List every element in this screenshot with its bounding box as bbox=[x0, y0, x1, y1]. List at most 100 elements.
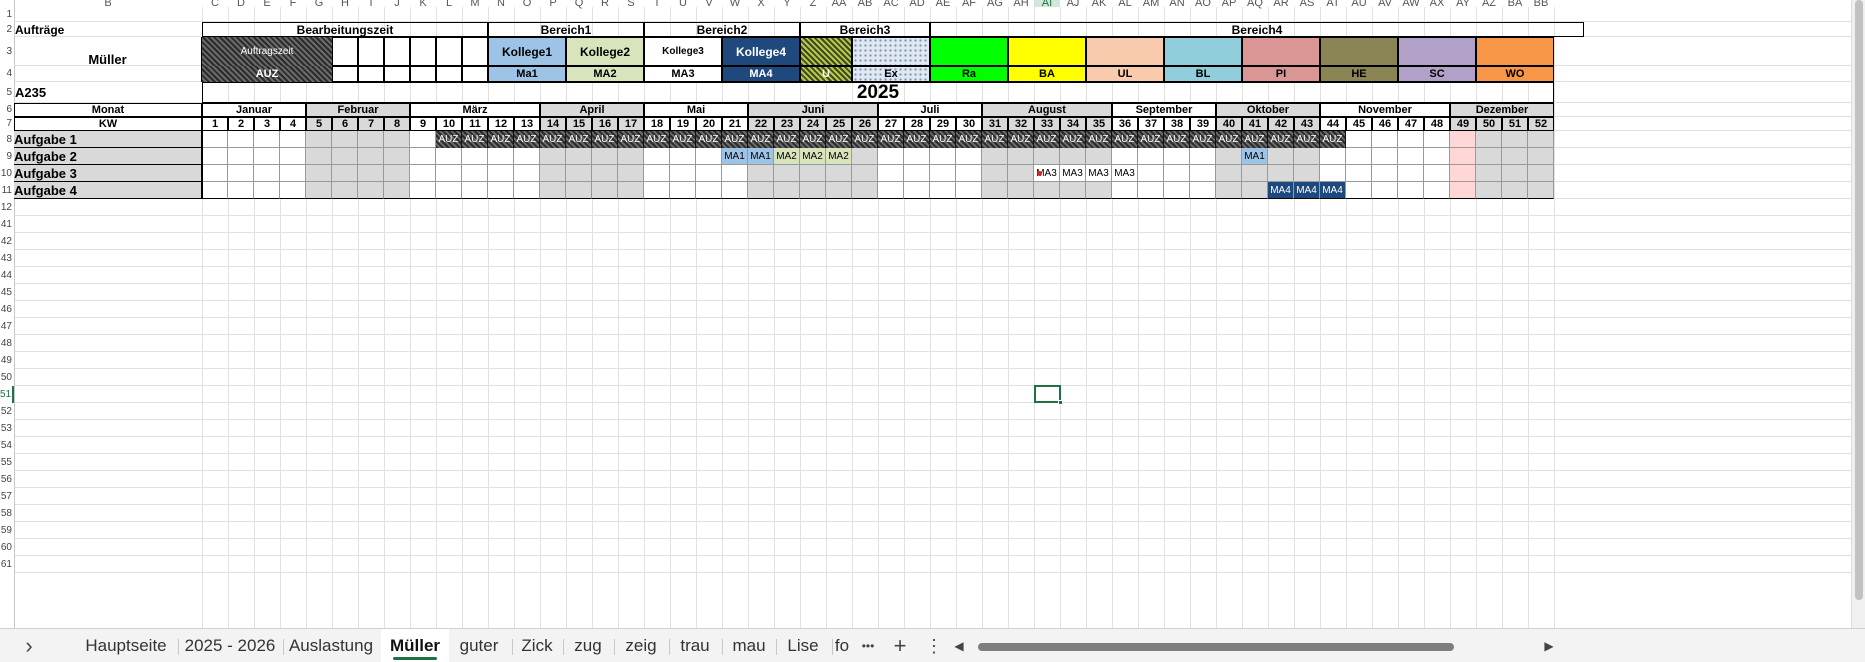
task1-auz-cell[interactable]: AUZ bbox=[592, 131, 618, 148]
schedule-cell[interactable] bbox=[488, 165, 514, 182]
schedule-cell[interactable] bbox=[1320, 165, 1346, 182]
task1-auz-cell[interactable]: AUZ bbox=[800, 131, 826, 148]
schedule-cell[interactable] bbox=[1190, 165, 1216, 182]
task1-auz-cell[interactable]: AUZ bbox=[566, 131, 592, 148]
task4-assignment-cell[interactable]: MA4 bbox=[1268, 182, 1294, 199]
schedule-cell[interactable] bbox=[1190, 182, 1216, 199]
schedule-cell[interactable] bbox=[1216, 148, 1242, 165]
column-header[interactable]: AJ bbox=[1060, 0, 1086, 9]
schedule-cell[interactable] bbox=[1502, 182, 1528, 199]
schedule-cell[interactable] bbox=[1476, 131, 1502, 148]
column-header[interactable]: H bbox=[332, 0, 358, 9]
tab-nav-icon[interactable]: › bbox=[18, 629, 40, 662]
schedule-cell[interactable] bbox=[1450, 182, 1476, 199]
row-header[interactable]: 48 bbox=[0, 335, 14, 352]
task2-assignment-cell[interactable]: MA1 bbox=[1242, 148, 1268, 165]
task1-auz-cell[interactable]: AUZ bbox=[1190, 131, 1216, 148]
schedule-cell[interactable] bbox=[592, 148, 618, 165]
schedule-cell[interactable] bbox=[540, 165, 566, 182]
schedule-cell[interactable] bbox=[280, 131, 306, 148]
schedule-cell[interactable] bbox=[852, 148, 878, 165]
sheet-tab[interactable]: guter bbox=[447, 629, 511, 662]
column-header[interactable]: S bbox=[618, 0, 644, 9]
schedule-cell[interactable] bbox=[358, 131, 384, 148]
column-header[interactable]: D bbox=[228, 0, 254, 9]
schedule-cell[interactable] bbox=[1528, 182, 1554, 199]
schedule-cell[interactable] bbox=[644, 165, 670, 182]
task1-auz-cell[interactable]: AUZ bbox=[904, 131, 930, 148]
schedule-cell[interactable] bbox=[1216, 165, 1242, 182]
schedule-cell[interactable] bbox=[956, 182, 982, 199]
task2-assignment-cell[interactable]: MA1 bbox=[722, 148, 748, 165]
schedule-cell[interactable] bbox=[566, 148, 592, 165]
row-header[interactable]: 58 bbox=[0, 505, 14, 522]
schedule-cell[interactable] bbox=[1268, 148, 1294, 165]
schedule-cell[interactable] bbox=[202, 182, 228, 199]
schedule-cell[interactable] bbox=[1424, 131, 1450, 148]
schedule-cell[interactable] bbox=[540, 182, 566, 199]
task1-auz-cell[interactable]: AUZ bbox=[1060, 131, 1086, 148]
row-header[interactable]: 6 bbox=[0, 103, 14, 117]
row-header[interactable]: 47 bbox=[0, 318, 14, 335]
row-header[interactable]: 54 bbox=[0, 437, 14, 454]
schedule-cell[interactable] bbox=[618, 182, 644, 199]
schedule-cell[interactable] bbox=[202, 148, 228, 165]
schedule-cell[interactable] bbox=[384, 131, 410, 148]
task-name[interactable]: Aufgabe 1 bbox=[14, 131, 202, 148]
column-header[interactable]: E bbox=[254, 0, 280, 9]
task1-auz-cell[interactable]: AUZ bbox=[1112, 131, 1138, 148]
column-header[interactable]: AC bbox=[878, 0, 904, 9]
sheet-tab[interactable]: Hauptseite bbox=[76, 629, 176, 662]
schedule-cell[interactable] bbox=[306, 148, 332, 165]
column-header[interactable]: R bbox=[592, 0, 618, 9]
schedule-cell[interactable] bbox=[1372, 182, 1398, 199]
task1-auz-cell[interactable]: AUZ bbox=[670, 131, 696, 148]
schedule-cell[interactable] bbox=[904, 148, 930, 165]
row-header[interactable]: 56 bbox=[0, 471, 14, 488]
schedule-cell[interactable] bbox=[852, 165, 878, 182]
schedule-cell[interactable] bbox=[332, 165, 358, 182]
vertical-scrollbar[interactable] bbox=[1851, 0, 1865, 628]
task1-auz-cell[interactable]: AUZ bbox=[982, 131, 1008, 148]
schedule-cell[interactable] bbox=[1060, 182, 1086, 199]
task1-auz-cell[interactable]: AUZ bbox=[1164, 131, 1190, 148]
schedule-cell[interactable] bbox=[254, 148, 280, 165]
schedule-cell[interactable] bbox=[306, 182, 332, 199]
row-header[interactable]: 42 bbox=[0, 233, 14, 250]
vertical-scroll-thumb[interactable] bbox=[1855, 0, 1863, 600]
task1-auz-cell[interactable]: AUZ bbox=[436, 131, 462, 148]
fill-handle[interactable] bbox=[1058, 400, 1063, 405]
row-header[interactable]: 7 bbox=[0, 117, 14, 131]
sheet-tab[interactable]: fo bbox=[832, 629, 852, 662]
schedule-cell[interactable] bbox=[1086, 182, 1112, 199]
schedule-cell[interactable] bbox=[1008, 182, 1034, 199]
schedule-cell[interactable] bbox=[436, 148, 462, 165]
column-header[interactable]: T bbox=[644, 0, 670, 9]
column-header[interactable]: Y bbox=[774, 0, 800, 9]
schedule-cell[interactable] bbox=[1502, 165, 1528, 182]
schedule-cell[interactable] bbox=[1450, 148, 1476, 165]
schedule-cell[interactable] bbox=[1528, 165, 1554, 182]
schedule-cell[interactable] bbox=[410, 165, 436, 182]
schedule-cell[interactable] bbox=[852, 182, 878, 199]
task3-assignment-cell[interactable]: MA3 bbox=[1112, 165, 1138, 182]
task1-auz-cell[interactable]: AUZ bbox=[696, 131, 722, 148]
task1-auz-cell[interactable]: AUZ bbox=[1086, 131, 1112, 148]
column-header[interactable]: AR bbox=[1268, 0, 1294, 9]
task1-auz-cell[interactable]: AUZ bbox=[1138, 131, 1164, 148]
row-header[interactable]: 12 bbox=[0, 199, 14, 216]
worksheet-grid[interactable]: B C D E F G H I J K L M N O P Q R S T U V W X Y Z AA AB AC AD AE AF AG A… bbox=[0, 0, 1865, 628]
schedule-cell[interactable] bbox=[1216, 182, 1242, 199]
column-header[interactable]: AP bbox=[1216, 0, 1242, 9]
task1-auz-cell[interactable]: AUZ bbox=[1034, 131, 1060, 148]
schedule-cell[interactable] bbox=[878, 148, 904, 165]
task1-auz-cell[interactable]: AUZ bbox=[514, 131, 540, 148]
column-header[interactable]: AS bbox=[1294, 0, 1320, 9]
row-header[interactable]: 57 bbox=[0, 488, 14, 505]
schedule-cell[interactable] bbox=[618, 165, 644, 182]
column-header[interactable]: AF bbox=[956, 0, 982, 9]
column-header[interactable]: Q bbox=[566, 0, 592, 9]
schedule-cell[interactable] bbox=[228, 131, 254, 148]
column-header[interactable]: O bbox=[514, 0, 540, 9]
schedule-cell[interactable] bbox=[696, 148, 722, 165]
